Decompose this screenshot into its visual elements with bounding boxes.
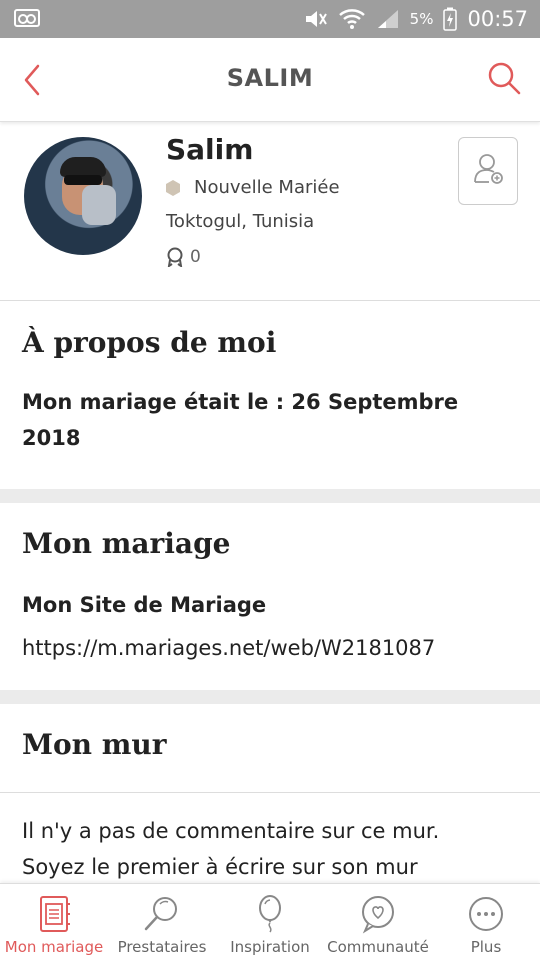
planner-icon	[40, 896, 70, 932]
signal-icon	[377, 10, 398, 28]
about-title: À propos de moi	[22, 326, 277, 359]
status-bar: 5% 00:57	[0, 0, 540, 38]
mute-icon	[305, 11, 327, 27]
clock: 00:57	[467, 7, 528, 31]
nav-label: Prestataires	[117, 938, 207, 956]
wall-section: Mon mur Il n'y a pas de commentaire sur …	[0, 704, 540, 883]
wall-divider	[0, 792, 540, 793]
nav-mon-mariage[interactable]: Mon mariage	[0, 884, 108, 960]
magnifier-icon	[144, 897, 177, 931]
balloon-icon	[259, 895, 281, 933]
profile-role-label: Nouvelle Mariée	[194, 177, 340, 198]
search-icon[interactable]	[486, 60, 522, 96]
profile-name: Salim	[166, 133, 254, 166]
profile-medals: 0	[166, 247, 201, 267]
nav-label: Plus	[470, 938, 502, 956]
medal-icon	[167, 247, 183, 267]
nav-inspiration[interactable]: Inspiration	[216, 884, 324, 960]
profile-role: Nouvelle Mariée	[166, 177, 340, 198]
wall-empty-message: Il n'y a pas de commentaire sur ce mur. …	[22, 819, 440, 879]
wedding-title: Mon mariage	[22, 527, 231, 560]
nav-label: Mon mariage	[4, 938, 104, 956]
nav-prestataires[interactable]: Prestataires	[108, 884, 216, 960]
follow-button[interactable]	[458, 137, 518, 205]
nav-plus[interactable]: Plus	[432, 884, 540, 960]
nav-communaute[interactable]: Communauté	[324, 884, 432, 960]
section-divider	[0, 489, 540, 503]
voicemail-icon	[14, 9, 40, 27]
nav-label: Inspiration	[230, 938, 310, 956]
wedding-site-label: Mon Site de Mariage	[22, 593, 267, 617]
avatar[interactable]	[24, 137, 142, 255]
profile-card: Salim Nouvelle Mariée Toktogul, Tunisia …	[0, 123, 540, 301]
section-divider	[0, 690, 540, 704]
about-section: À propos de moi Mon mariage était le : 2…	[0, 302, 540, 489]
medals-count: 0	[190, 247, 201, 267]
page-title: SALIM	[226, 64, 314, 92]
bottom-navigation: Mon mariage Prestataires Inspiration Com…	[0, 883, 540, 960]
hexagon-icon	[166, 179, 180, 196]
wedding-date-text: Mon mariage était le : 26 Septembre 2018	[22, 390, 459, 450]
wedding-site-link[interactable]: https://m.mariages.net/web/W2181087	[22, 630, 435, 666]
nav-label: Communauté	[327, 938, 429, 956]
wifi-icon	[338, 9, 365, 29]
more-icon	[469, 897, 503, 931]
wedding-section: Mon mariage Mon Site de Mariage https://…	[0, 503, 540, 690]
add-user-icon	[474, 154, 503, 184]
wall-title: Mon mur	[22, 728, 167, 761]
battery-charging-icon	[443, 7, 458, 31]
battery-percent: 5%	[409, 10, 434, 28]
top-app-bar: SALIM	[0, 38, 540, 122]
profile-location: Toktogul, Tunisia	[166, 211, 315, 232]
heart-bubble-icon	[362, 896, 394, 934]
